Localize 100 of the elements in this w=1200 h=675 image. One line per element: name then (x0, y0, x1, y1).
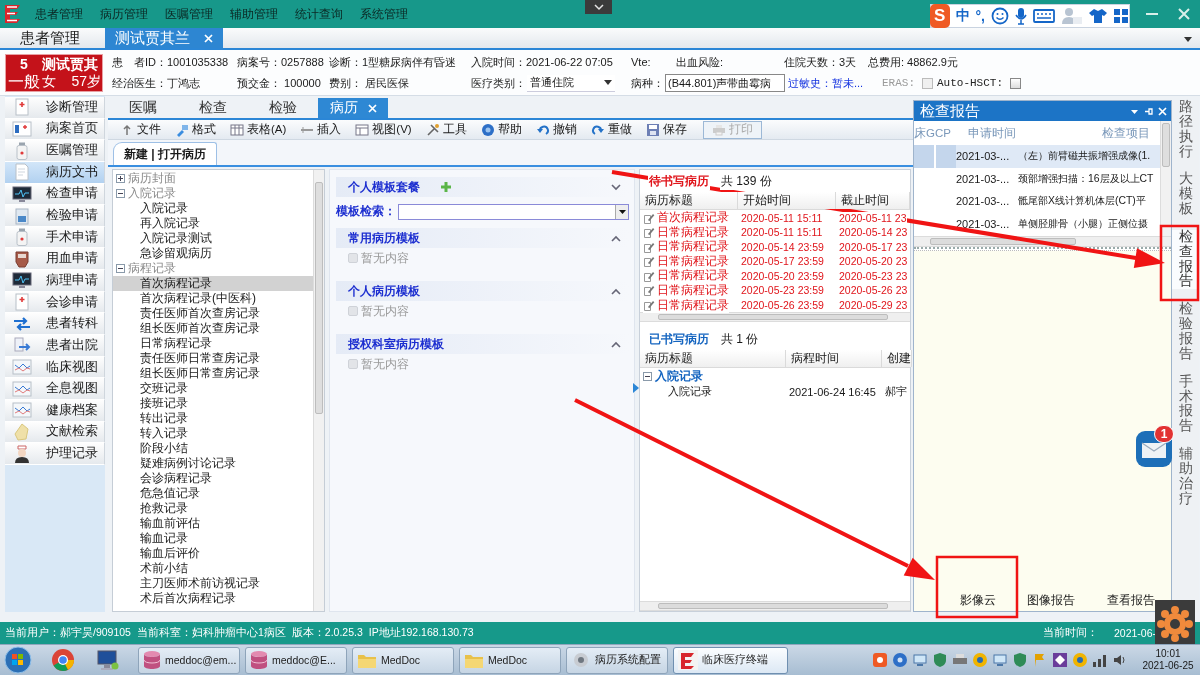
tree-item[interactable]: 输血前评估 (113, 516, 313, 531)
report-row[interactable]: 2021-03-... 单侧胫腓骨（小腿）正侧位摄 (914, 212, 1160, 235)
start-button[interactable] (3, 645, 33, 675)
taskbar-button[interactable]: MedDoc (352, 646, 454, 674)
taskbar-button[interactable]: 临床医疗终端 (673, 646, 788, 674)
toolbar-button[interactable]: 重做 (588, 120, 634, 139)
side-tab[interactable]: 辅助治疗 (1172, 447, 1199, 507)
toolbar-button[interactable]: 工具 (423, 120, 469, 139)
disease-input-field[interactable]: (B44.801)声带曲霉病 (665, 74, 785, 92)
document-tab[interactable]: 新建 | 打开病历 (113, 142, 218, 165)
report-button[interactable]: 影像云 (959, 592, 996, 608)
checkbox[interactable] (1010, 77, 1021, 89)
tree-item[interactable]: 组长医师首次查房记录 (113, 321, 313, 336)
tree-item[interactable]: 疑难病例讨论记录 (113, 456, 313, 471)
sidebar-item[interactable]: 健康档案 (5, 399, 105, 422)
pull-down-handle[interactable] (585, 0, 612, 14)
close-button[interactable] (1176, 6, 1192, 22)
sidebar-item[interactable]: 检验申请 (5, 205, 105, 227)
tree-item[interactable]: 术后首次病程记录 (113, 591, 313, 606)
sidebar-item[interactable]: 会诊申请 (5, 291, 105, 314)
sidebar-item[interactable]: 手术申请 (5, 226, 105, 249)
sidebar-item[interactable]: 用血申请 (5, 248, 105, 271)
tree-item[interactable]: 会诊病程记录 (113, 471, 313, 486)
tree-item[interactable]: 责任医师日常查房记录 (113, 351, 313, 366)
tree-item[interactable]: 首次病程记录 (113, 276, 313, 291)
vertical-scrollbar[interactable] (313, 170, 324, 611)
tab-list-button[interactable] (1184, 37, 1192, 42)
report-button[interactable]: 查看报告 (1107, 592, 1156, 608)
sidebar-item[interactable]: 全息视图 (5, 378, 105, 400)
toolbar-button[interactable]: 文件 (118, 120, 163, 139)
record-tab[interactable]: 检验 (248, 98, 318, 118)
taskbar-button[interactable]: MedDoc (459, 646, 561, 674)
sidebar-item[interactable]: 护理记录 (5, 443, 105, 465)
toolbar-button[interactable]: 撤销 (533, 120, 579, 139)
tree-item[interactable]: 危急值记录 (113, 486, 313, 501)
record-tab[interactable]: 医嘱 (108, 98, 178, 118)
record-tab[interactable]: 病历 (318, 98, 388, 118)
tree-item[interactable]: 输血后评价 (113, 546, 313, 561)
report-row[interactable]: 2021-03-... （左）前臂磁共振增强成像(1. (914, 145, 1160, 168)
side-tab[interactable]: 手术报告 (1172, 374, 1199, 435)
tree-group[interactable]: 病程记录 (113, 261, 313, 276)
ime-punctuation[interactable]: °, (975, 8, 985, 24)
sidebar-item[interactable]: 病历文书 (5, 161, 105, 184)
tree-item[interactable]: 责任医师首次查房记录 (113, 306, 313, 321)
tree-item[interactable]: 急诊留观病历 (113, 246, 313, 261)
ime-mode[interactable]: 中 (955, 7, 970, 25)
taskbar-button[interactable]: 病历系统配置 (566, 646, 668, 674)
tree-item[interactable]: 日常病程记录 (113, 336, 313, 351)
tree-group[interactable]: 入院记录 (113, 186, 313, 201)
horizontal-scrollbar[interactable] (640, 601, 910, 611)
tree-item[interactable]: 组长医师日常查房记录 (113, 366, 313, 381)
taskbar-button[interactable]: meddoc@em... (138, 646, 240, 674)
menu-item[interactable]: 患者管理 (31, 3, 87, 25)
tree-item[interactable]: 首次病程记录(中医科) (113, 291, 313, 306)
toolbar-button[interactable]: 格式 (173, 120, 218, 139)
horizontal-scrollbar[interactable] (914, 236, 1171, 247)
menu-item[interactable]: 系统管理 (356, 3, 412, 25)
menu-item[interactable]: 医嘱管理 (161, 3, 217, 25)
sidebar-item[interactable]: 诊断管理 (5, 97, 105, 119)
menu-item[interactable]: 病历管理 (96, 3, 152, 25)
sidebar-item[interactable]: 病案首页 (5, 118, 105, 141)
report-row[interactable]: 2021-03-... 骶尾部X线计算机体层(CT)平 (914, 190, 1160, 213)
side-tab[interactable]: 检查报告 (1172, 229, 1199, 290)
toolbar-button[interactable]: 保存 (643, 120, 689, 139)
sidebar-item[interactable]: 医嘱管理 (5, 140, 105, 162)
tree-item[interactable]: 主刀医师术前访视记录 (113, 576, 313, 591)
tree-item[interactable]: 术前小结 (113, 561, 313, 576)
taskbar-button[interactable]: meddoc@E... (245, 646, 347, 674)
sidebar-item[interactable]: 临床视图 (5, 356, 105, 379)
vertical-scrollbar[interactable] (1160, 121, 1171, 236)
toolbar-button[interactable]: 帮助 (478, 120, 524, 139)
tree-item[interactable]: 抢救记录 (113, 501, 313, 516)
record-tab[interactable]: 检查 (178, 98, 248, 118)
tree-item[interactable]: 阶段小结 (113, 441, 313, 456)
tree-item[interactable]: 再入院记录 (113, 216, 313, 231)
side-tab[interactable]: 路径执行 (1172, 100, 1199, 160)
tree-group[interactable]: 病历封面 (113, 171, 313, 186)
allergy-link[interactable]: 过敏史：暂未... (788, 75, 882, 91)
tree-item[interactable]: 入院记录 (113, 201, 313, 216)
sidebar-item[interactable]: 病理申请 (5, 270, 105, 292)
table-cell[interactable]: 入院记录 (640, 384, 786, 400)
side-tab[interactable]: 大模板 (1172, 172, 1199, 217)
tree-item[interactable]: 输血记录 (113, 531, 313, 546)
sidebar-item[interactable]: 文献检索 (5, 421, 105, 444)
sidebar-item[interactable]: 检查申请 (5, 183, 105, 206)
template-search-field[interactable] (398, 203, 629, 220)
tree-item[interactable]: 入院记录测试 (113, 231, 313, 246)
tree-item[interactable]: 转入记录 (113, 426, 313, 441)
window-tab[interactable]: 测试贾其兰 (105, 28, 223, 48)
group-label[interactable]: 入院记录 (655, 367, 703, 385)
report-button[interactable]: 图像报告 (1027, 592, 1076, 608)
side-tab[interactable]: 检验报告 (1172, 302, 1199, 362)
menu-item[interactable]: 辅助管理 (226, 3, 282, 25)
toolbar-button[interactable]: 插入 (298, 120, 344, 139)
toolbar-button[interactable]: 表格(A) (228, 120, 289, 139)
category-select[interactable]: 普通住院 (527, 74, 615, 92)
window-tab[interactable]: 患者管理 (10, 28, 90, 48)
column-header[interactable]: 截止时间 (836, 192, 910, 209)
report-row[interactable]: 2021-03-... 颈部增强扫描：16层及以上CT (914, 167, 1160, 190)
column-header[interactable]: 开始时间 (738, 192, 836, 209)
